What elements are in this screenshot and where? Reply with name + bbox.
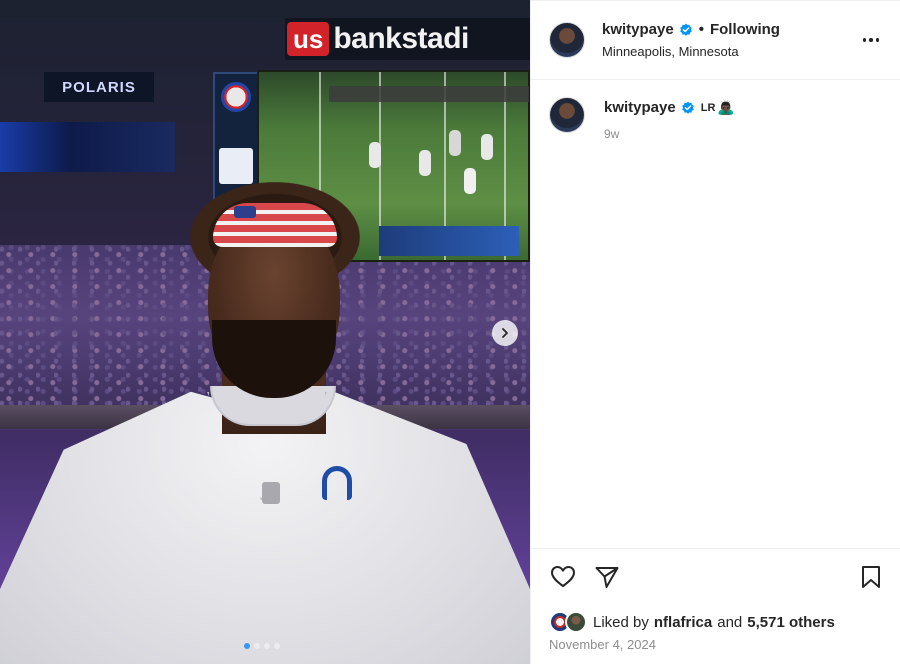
caption-text: LR	[700, 101, 716, 114]
chevron-right-icon	[502, 328, 508, 338]
liker-avatars	[549, 611, 591, 633]
carousel-dot	[274, 643, 280, 649]
following-button[interactable]: Following	[710, 21, 780, 38]
carousel-dot	[264, 643, 270, 649]
header-user-line: kwitypaye • Following	[602, 21, 780, 38]
verified-badge-icon	[681, 101, 694, 114]
location-link[interactable]: Minneapolis, Minnesota	[602, 44, 739, 59]
caption-username-link[interactable]: kwitypaye	[604, 99, 676, 116]
likes-prefix: Liked by	[593, 613, 649, 631]
caption-user-line: kwitypaye LR 🙇🏿‍♂️	[604, 99, 735, 116]
carousel-indicator	[244, 643, 280, 649]
save-button[interactable]	[857, 564, 885, 592]
carousel-next-button[interactable]	[492, 320, 518, 346]
liker-avatar[interactable]	[565, 611, 587, 633]
verified-badge-icon	[679, 23, 692, 36]
post-actions: Liked by nflafrica and 5,571 others Nove…	[531, 548, 900, 664]
player-portrait	[0, 0, 530, 664]
more-dot	[875, 38, 880, 42]
colts-logo-icon	[322, 466, 352, 500]
separator-dot: •	[698, 21, 704, 38]
avatar[interactable]	[549, 22, 585, 58]
liker-username-link[interactable]: nflafrica	[654, 614, 712, 631]
more-dot	[862, 38, 867, 42]
carousel-dot	[254, 643, 260, 649]
more-dot	[869, 38, 873, 42]
instagram-post: us bankstadi POLARIS kwitypaye • Followi…	[0, 0, 900, 664]
post-sidebar: kwitypaye • Following Minneapolis, Minne…	[530, 0, 900, 664]
post-header: kwitypaye • Following Minneapolis, Minne…	[531, 0, 900, 80]
like-button[interactable]	[549, 564, 577, 592]
more-options-button[interactable]	[859, 31, 883, 49]
likes-count-link[interactable]: 5,571 others	[747, 614, 835, 631]
heart-icon	[551, 566, 575, 587]
caption-timestamp[interactable]: 9w	[604, 127, 619, 141]
paper-plane-icon	[595, 567, 619, 588]
share-button[interactable]	[593, 564, 621, 592]
headband-stars	[234, 206, 256, 218]
necklace-pendant	[262, 482, 280, 504]
bookmark-icon	[862, 566, 880, 588]
username-link[interactable]: kwitypaye	[602, 21, 674, 38]
caption-avatar[interactable]	[549, 97, 585, 133]
likes-and: and	[717, 613, 743, 631]
flag-headband	[213, 203, 337, 247]
likes-summary: Liked by nflafrica and 5,571 others	[549, 611, 835, 633]
post-media[interactable]: us bankstadi POLARIS	[0, 0, 530, 664]
caption-emoji: 🙇🏿‍♂️	[717, 99, 735, 115]
carousel-dot	[244, 643, 250, 649]
post-date[interactable]: November 4, 2024	[549, 637, 656, 652]
